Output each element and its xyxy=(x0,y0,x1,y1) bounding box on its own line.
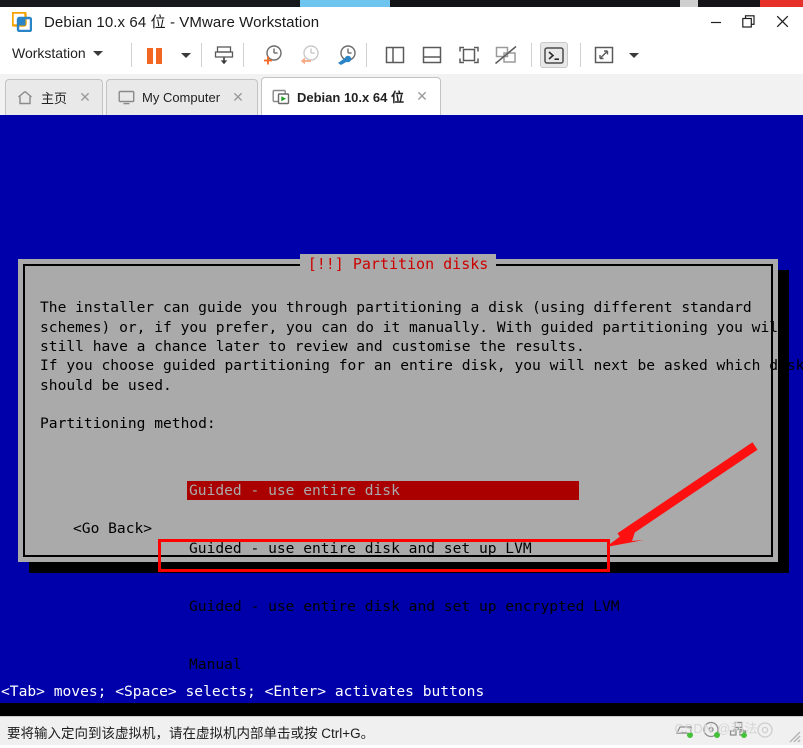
vm-console-screen[interactable]: [!!] Partition disks The installer can g… xyxy=(0,115,803,716)
take-snapshot-button[interactable] xyxy=(259,42,287,68)
installer-paragraph-2: If you choose guided partitioning for an… xyxy=(40,357,803,394)
option-guided-entire-disk-encrypted-lvm[interactable]: Guided - use entire disk and set up encr… xyxy=(187,597,620,616)
workstation-menu-button[interactable]: Workstation xyxy=(12,45,103,61)
sound-card-icon[interactable] xyxy=(756,721,775,740)
chevron-down-icon xyxy=(181,52,191,58)
tab-home-close-icon[interactable]: ✕ xyxy=(77,89,93,106)
installer-paragraph-1: The installer can guide you through part… xyxy=(40,299,787,355)
tab-my-computer-close-icon[interactable]: ✕ xyxy=(230,89,246,106)
toolbar-separator xyxy=(201,43,202,67)
panel-bottom-icon xyxy=(422,46,442,64)
minimize-button[interactable] xyxy=(701,12,731,34)
monitor-icon xyxy=(117,90,135,106)
chevron-down-icon xyxy=(629,52,639,58)
pause-dropdown-button[interactable] xyxy=(172,42,200,68)
dialog-body: The installer can guide you through part… xyxy=(25,266,803,673)
title-bar: Debian 10.x 64 位 - VMware Workstation xyxy=(0,7,803,36)
manage-snapshots-button[interactable] xyxy=(333,42,361,68)
unity-mode-button[interactable] xyxy=(492,42,520,68)
show-library-button[interactable] xyxy=(381,42,409,68)
partitioning-method-list[interactable]: Guided - use entire disk Guided - use en… xyxy=(187,442,620,713)
installer-key-hint: <Tab> moves; <Space> selects; <Enter> ac… xyxy=(0,682,803,702)
toolbar-separator xyxy=(243,43,244,67)
pause-icon[interactable] xyxy=(147,48,164,64)
tab-debian-vm-label: Debian 10.x 64 位 xyxy=(297,90,404,105)
tab-my-computer[interactable]: My Computer ✕ xyxy=(106,79,258,115)
console-prompt-icon xyxy=(544,46,564,64)
tab-debian-vm-close-icon[interactable]: ✕ xyxy=(414,88,430,105)
dialog-border: [!!] Partition disks The installer can g… xyxy=(23,254,803,673)
fullscreen-icon xyxy=(459,46,479,64)
suspend-vm-button[interactable] xyxy=(210,42,238,68)
background-window-strip xyxy=(0,0,803,7)
workstation-menu-label: Workstation xyxy=(12,45,86,61)
close-button[interactable] xyxy=(767,12,797,34)
option-guided-entire-disk[interactable]: Guided - use entire disk xyxy=(187,481,579,500)
maximize-restore-button[interactable] xyxy=(733,12,763,34)
resize-grip-icon[interactable] xyxy=(787,729,801,743)
window-title: Debian 10.x 64 位 - VMware Workstation xyxy=(44,14,320,31)
unity-disabled-icon xyxy=(495,45,517,65)
home-icon xyxy=(16,90,34,106)
panel-left-icon xyxy=(385,46,405,64)
chevron-down-icon xyxy=(92,50,103,56)
toolbar-separator xyxy=(580,43,581,67)
tab-bar: 主页 ✕ My Computer ✕ Debian 10.x 64 位 ✕ xyxy=(0,74,803,116)
partition-disks-dialog: [!!] Partition disks The installer can g… xyxy=(18,254,803,673)
stretch-dropdown-button[interactable] xyxy=(620,42,648,68)
full-screen-button[interactable] xyxy=(455,42,483,68)
snapshot-revert-icon xyxy=(300,45,319,65)
csdn-watermark: CSDN @利法 xyxy=(674,721,758,736)
revert-snapshot-button[interactable] xyxy=(296,42,324,68)
expand-arrows-icon xyxy=(594,46,614,64)
status-message: 要将输入定向到该虚拟机，请在虚拟机内部单击或按 Ctrl+G。 xyxy=(7,726,375,741)
toolbar-separator xyxy=(366,43,367,67)
suspend-save-icon xyxy=(214,46,234,65)
snapshot-manage-icon xyxy=(338,45,356,65)
main-toolbar: Workstation xyxy=(0,36,803,75)
snapshot-add-icon xyxy=(264,45,282,65)
tab-my-computer-label: My Computer xyxy=(142,90,221,105)
stretch-view-button[interactable] xyxy=(590,42,618,68)
option-manual[interactable]: Manual xyxy=(187,655,620,674)
tab-home-label: 主页 xyxy=(41,91,68,106)
vm-bottom-black-bar xyxy=(0,703,803,716)
toolbar-separator xyxy=(531,43,532,67)
vm-running-icon xyxy=(272,89,290,105)
vmware-logo-icon xyxy=(11,11,33,33)
vmware-workstation-window: Debian 10.x 64 位 - VMware Workstation Wo… xyxy=(0,0,803,745)
go-back-button[interactable]: <Go Back> xyxy=(73,519,152,539)
toolbar-separator xyxy=(131,43,132,67)
console-view-button[interactable] xyxy=(540,42,568,68)
tab-debian-vm[interactable]: Debian 10.x 64 位 ✕ xyxy=(261,77,441,115)
tab-home[interactable]: 主页 ✕ xyxy=(5,79,103,115)
show-thumbnail-bar-button[interactable] xyxy=(418,42,446,68)
partitioning-method-label: Partitioning method: xyxy=(40,415,216,432)
option-guided-entire-disk-lvm[interactable]: Guided - use entire disk and set up LVM xyxy=(187,539,620,558)
